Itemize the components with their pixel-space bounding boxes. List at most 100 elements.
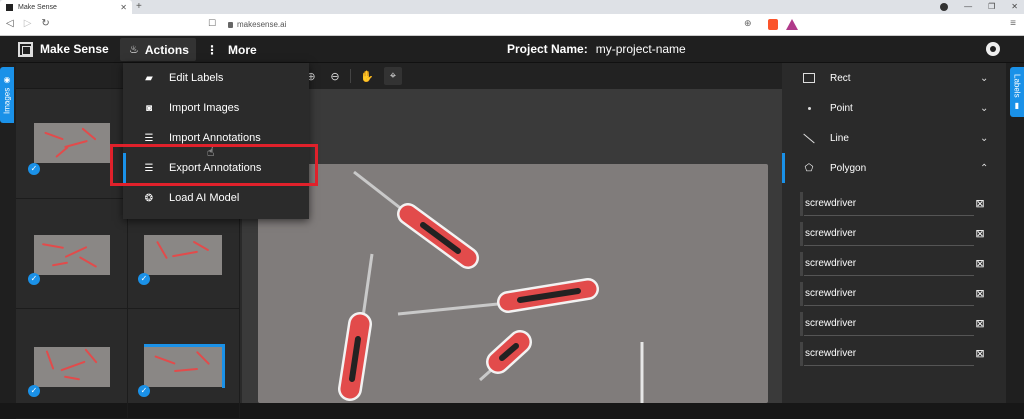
zoom-icon[interactable]: ⊕ xyxy=(744,18,752,29)
thumbnail-image xyxy=(34,347,110,387)
more-menu-button[interactable]: ⋮ More xyxy=(202,38,257,61)
screwdriver-3 xyxy=(397,278,599,316)
labels-tab-label: Labels xyxy=(1012,74,1022,98)
label-type-name: Rect xyxy=(830,72,851,84)
images-side-tab: Images ◉ xyxy=(0,63,16,403)
zoom-fit-icon[interactable]: ⊖ xyxy=(326,67,344,85)
logo-icon xyxy=(18,42,33,57)
window-controls: — ❐ ✕ xyxy=(940,0,1018,14)
url-text: makesense.ai xyxy=(237,20,287,29)
checked-icon: ✓ xyxy=(28,163,40,175)
url-field[interactable]: makesense.ai xyxy=(228,20,286,29)
menu-item-load-ai-model[interactable]: ❂ Load AI Model xyxy=(123,183,309,213)
actions-label: Actions xyxy=(144,42,189,57)
label-name-field[interactable]: screwdriver xyxy=(804,222,974,246)
delete-icon[interactable]: ⊠ xyxy=(974,257,986,271)
camera-icon: ◙ xyxy=(145,102,153,114)
label-name-field[interactable]: screwdriver xyxy=(804,192,974,216)
brain-icon: ❂ xyxy=(144,192,154,204)
reload-icon[interactable]: ↻ xyxy=(41,18,49,29)
checked-icon: ✓ xyxy=(28,385,40,397)
labels-panel: Rect ⌄ Point ⌄ Line ⌄ ⬠ Polygon ⌃ screwd… xyxy=(782,63,1006,403)
rect-icon xyxy=(802,71,816,85)
chevron-down-icon[interactable]: ⌄ xyxy=(980,73,988,84)
annotated-image[interactable] xyxy=(258,164,768,403)
label-row: screwdriver ⊠ xyxy=(800,252,994,276)
profile-icon[interactable] xyxy=(940,3,949,11)
project-name: Project Name: my-project-name xyxy=(507,42,686,56)
hand-icon[interactable]: ✋ xyxy=(358,67,376,85)
project-name-value[interactable]: my-project-name xyxy=(596,42,686,56)
label-name-field[interactable]: screwdriver xyxy=(804,252,974,276)
brand-name: Make Sense xyxy=(40,42,109,56)
actions-menu-button[interactable]: ♨ Actions xyxy=(120,38,196,61)
menu-item-label: Edit Labels xyxy=(169,72,224,84)
new-tab-button[interactable]: + xyxy=(136,0,142,14)
label-name-field[interactable]: screwdriver xyxy=(804,282,974,306)
close-tab-icon[interactable]: ✕ xyxy=(120,3,127,12)
flame-icon: ♨ xyxy=(129,44,139,56)
menu-item-edit-labels[interactable]: ▰ Edit Labels xyxy=(123,63,309,93)
image-thumbnail[interactable]: ✓ xyxy=(16,199,128,309)
line-icon xyxy=(802,131,816,145)
address-bar: ◁ ▷ ↻ ☐ makesense.ai ⊕ ≡ xyxy=(0,14,1024,36)
github-icon[interactable] xyxy=(986,42,1000,56)
delete-icon[interactable]: ⊠ xyxy=(974,287,986,301)
label-row: screwdriver ⊠ xyxy=(800,312,994,336)
label-type-polygon[interactable]: ⬠ Polygon ⌃ xyxy=(782,153,1006,183)
selection-frame xyxy=(144,344,225,388)
browser-tab[interactable]: Make Sense ✕ xyxy=(0,0,132,14)
brave-rewards-icon[interactable] xyxy=(786,19,798,30)
browser-tab-title: Make Sense xyxy=(18,3,57,11)
close-window-icon[interactable]: ✕ xyxy=(1011,0,1018,14)
chevron-down-icon[interactable]: ⌄ xyxy=(980,103,988,114)
label-name-field[interactable]: screwdriver xyxy=(804,342,974,366)
checked-icon: ✓ xyxy=(28,273,40,285)
active-indicator xyxy=(782,153,785,183)
menu-item-import-images[interactable]: ◙ Import Images xyxy=(123,93,309,123)
thumbnail-image xyxy=(34,235,110,275)
labels-tab-button[interactable]: Labels ▮ xyxy=(1010,67,1024,117)
bookmark-icon[interactable]: ☐ xyxy=(208,18,216,29)
favicon-icon xyxy=(6,3,13,11)
label-name-field[interactable]: screwdriver xyxy=(804,312,974,336)
label-type-name: Point xyxy=(830,102,853,114)
labels-side-tab: Labels ▮ xyxy=(1006,63,1024,403)
polygon-icon: ⬠ xyxy=(804,162,814,174)
delete-icon[interactable]: ⊠ xyxy=(974,227,986,241)
delete-icon[interactable]: ⊠ xyxy=(974,317,986,331)
import-annotations-icon: ☰ xyxy=(144,132,154,144)
screwdriver-1 xyxy=(353,170,479,269)
screwdriver-4 xyxy=(479,330,532,382)
point-icon xyxy=(802,101,816,115)
project-name-key: Project Name: xyxy=(507,42,588,56)
more-label: More xyxy=(228,42,257,57)
brave-shield-icon[interactable] xyxy=(768,19,778,30)
minimize-icon[interactable]: — xyxy=(964,0,972,14)
screwdriver-2 xyxy=(338,253,374,401)
label-row: screwdriver ⊠ xyxy=(800,222,994,246)
delete-icon[interactable]: ⊠ xyxy=(974,197,986,211)
chevron-down-icon[interactable]: ⌄ xyxy=(980,133,988,144)
label-type-line[interactable]: Line ⌄ xyxy=(782,123,1006,153)
thumbnail-image xyxy=(34,123,110,163)
crosshair-icon[interactable]: ⌖ xyxy=(384,67,402,85)
actions-dropdown: ▰ Edit Labels ◙ Import Images ☰ Import A… xyxy=(123,63,309,219)
delete-icon[interactable]: ⊠ xyxy=(974,347,986,361)
checked-icon: ✓ xyxy=(138,385,150,397)
more-dots-icon: ⋮ xyxy=(206,42,218,57)
editor-area: ⊕ ⊖ ✋ ⌖ xyxy=(242,63,782,403)
restore-icon[interactable]: ❐ xyxy=(988,0,995,14)
chevron-up-icon[interactable]: ⌃ xyxy=(980,163,988,174)
images-tab-button[interactable]: Images ◉ xyxy=(0,67,14,123)
back-icon[interactable]: ◁ xyxy=(6,18,14,29)
label-type-point[interactable]: Point ⌄ xyxy=(782,93,1006,123)
images-tab-label: Images xyxy=(2,87,12,115)
thumbnail-image xyxy=(144,235,222,275)
forward-icon[interactable]: ▷ xyxy=(24,18,32,29)
browser-menu-icon[interactable]: ≡ xyxy=(1010,18,1016,29)
camera-small-icon: ◉ xyxy=(2,75,12,85)
editor-toolbar: ⊕ ⊖ ✋ ⌖ xyxy=(242,63,782,89)
label-type-rect[interactable]: Rect ⌄ xyxy=(782,63,1006,93)
label-icon: ▰ xyxy=(145,72,153,84)
